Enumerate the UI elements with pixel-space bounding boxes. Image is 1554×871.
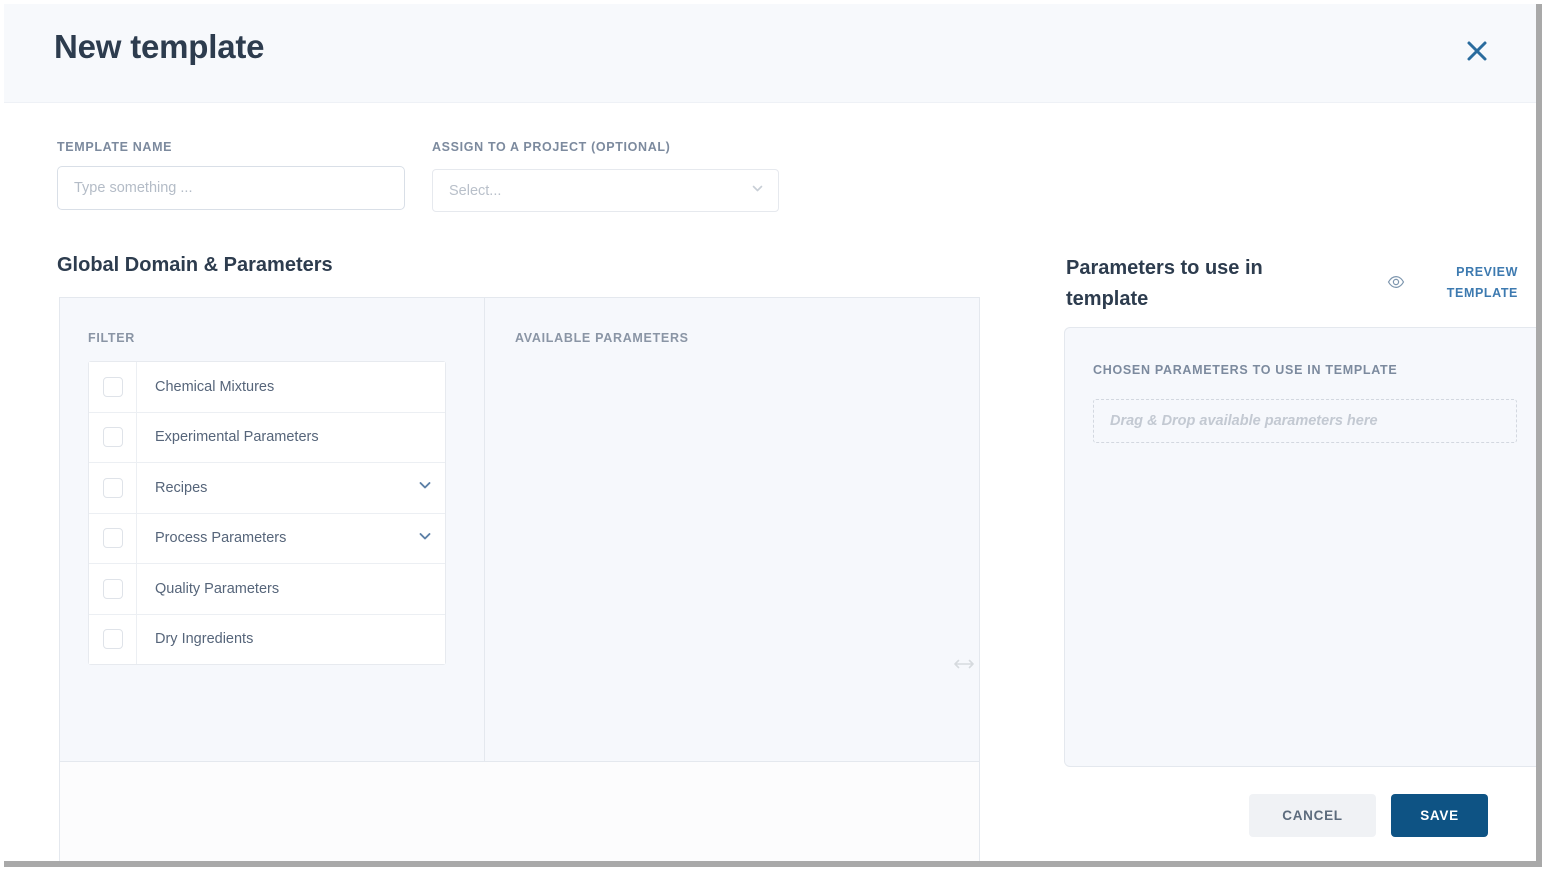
filter-row[interactable]: Quality Parameters [89, 564, 445, 615]
dialog-header: New template [4, 4, 1536, 103]
chevron-down-icon [417, 477, 433, 498]
filter-checkbox-cell[interactable] [89, 412, 137, 462]
filter-checkbox[interactable] [102, 477, 123, 498]
filter-checkbox-cell[interactable] [89, 362, 137, 412]
horizontal-resize-icon [954, 657, 974, 675]
panel-column-divider [484, 298, 485, 761]
filter-checkbox[interactable] [102, 578, 123, 599]
filter-row[interactable]: Experimental Parameters [89, 412, 445, 463]
close-icon [1466, 40, 1488, 62]
available-parameters-header: AVAILABLE PARAMETERS [515, 331, 689, 345]
filter-label: Quality Parameters [155, 580, 280, 597]
filter-column-header: FILTER [88, 331, 136, 345]
parameters-to-use-title: Parameters to use in template [1066, 257, 1263, 310]
filter-checkbox-cell[interactable] [89, 564, 137, 614]
global-domain-title: Global Domain & Parameters [57, 254, 333, 276]
template-name-label: TEMPLATE NAME [57, 140, 173, 154]
page-title: New template [54, 28, 265, 65]
template-name-input[interactable] [57, 166, 405, 210]
new-template-dialog: New template TEMPLATE NAME ASSIGN TO A P… [4, 4, 1542, 867]
chosen-parameters-header: CHOSEN PARAMETERS TO USE IN TEMPLATE [1093, 363, 1398, 377]
filter-label: Dry Ingredients [155, 631, 254, 648]
assign-project-select[interactable]: Select... [432, 169, 779, 212]
filter-row[interactable]: Process Parameters [89, 513, 445, 564]
eye-icon[interactable] [1387, 273, 1405, 291]
chevron-down-icon [417, 528, 433, 549]
filter-checkbox[interactable] [102, 528, 123, 549]
filter-checkbox[interactable] [102, 427, 123, 448]
expand-row-button[interactable] [405, 528, 445, 549]
chevron-down-icon [751, 182, 764, 200]
filter-checkbox-cell[interactable] [89, 614, 137, 664]
filter-row[interactable]: Recipes [89, 463, 445, 514]
filter-label: Process Parameters [155, 530, 287, 547]
global-domain-panel: FILTER AVAILABLE PARAMETERS Chemical Mix… [59, 297, 980, 861]
filter-checkbox[interactable] [102, 629, 123, 650]
close-button[interactable] [1460, 34, 1494, 68]
chosen-parameters-panel: CHOSEN PARAMETERS TO USE IN TEMPLATE Dra… [1064, 327, 1536, 767]
filter-checkbox-cell[interactable] [89, 463, 137, 513]
save-button[interactable]: SAVE [1391, 794, 1488, 837]
assign-project-label: ASSIGN TO A PROJECT (OPTIONAL) [432, 140, 671, 154]
filter-label: Experimental Parameters [155, 429, 319, 446]
dropzone-placeholder: Drag & Drop available parameters here [1110, 413, 1378, 429]
panel-footer-area [60, 762, 979, 861]
assign-project-value: Select... [449, 182, 502, 199]
expand-row-button[interactable] [405, 477, 445, 498]
filter-checkbox-cell[interactable] [89, 513, 137, 563]
filter-row[interactable]: Dry Ingredients [89, 614, 445, 664]
cancel-button[interactable]: CANCEL [1249, 794, 1376, 837]
filter-label: Recipes [155, 479, 208, 496]
parameters-dropzone[interactable]: Drag & Drop available parameters here [1093, 399, 1517, 443]
horizontal-resize-handle[interactable] [953, 655, 975, 677]
filter-row[interactable]: Chemical Mixtures [89, 362, 445, 413]
filter-checkbox[interactable] [102, 376, 123, 397]
filter-label: Chemical Mixtures [155, 378, 275, 395]
filter-list: Chemical Mixtures Experimental Parameter… [88, 361, 446, 665]
preview-template-link[interactable]: PREVIEW TEMPLATE [1422, 262, 1518, 304]
